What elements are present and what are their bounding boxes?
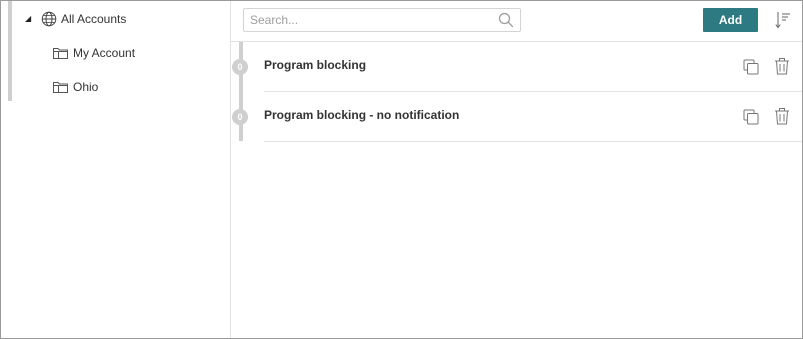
tree-node-label: Ohio: [73, 80, 99, 94]
trash-icon[interactable]: [774, 108, 790, 125]
add-button[interactable]: Add: [703, 8, 758, 32]
caret-expanded-icon[interactable]: ◢: [25, 9, 35, 29]
tree-node-my-account[interactable]: My Account: [53, 43, 135, 63]
tree-node-all-accounts[interactable]: ◢ All Accounts: [25, 9, 126, 29]
list-scrollbar[interactable]: [239, 42, 243, 141]
list-item[interactable]: 0 Program blocking: [232, 42, 802, 92]
app-frame: ◢ All Accounts My Account Ohio Search...…: [0, 0, 803, 339]
folder-icon: [53, 48, 68, 59]
copy-icon[interactable]: [743, 59, 759, 75]
globe-icon: [41, 11, 57, 27]
tree-node-ohio[interactable]: Ohio: [53, 77, 98, 97]
trash-icon[interactable]: [774, 58, 790, 75]
copy-icon[interactable]: [743, 109, 759, 125]
tree-scrollbar[interactable]: [8, 1, 12, 101]
search-icon[interactable]: [498, 12, 514, 28]
toolbar: Add: [231, 1, 802, 42]
count-badge: 0: [232, 109, 248, 125]
count-badge: 0: [232, 59, 248, 75]
folder-icon: [53, 82, 68, 93]
list-item[interactable]: 0 Program blocking - no notification: [232, 92, 802, 142]
main-panel: Add 0 Program blocking: [231, 1, 802, 338]
search-box[interactable]: [243, 8, 521, 32]
search-input[interactable]: [250, 13, 498, 27]
tree-node-label: My Account: [73, 46, 136, 60]
tree-node-label: All Accounts: [61, 12, 127, 26]
account-tree-panel: ◢ All Accounts My Account Ohio: [1, 1, 231, 338]
item-title[interactable]: Program blocking: [264, 58, 366, 72]
item-title[interactable]: Program blocking - no notification: [264, 108, 459, 122]
sort-icon[interactable]: [775, 11, 791, 29]
